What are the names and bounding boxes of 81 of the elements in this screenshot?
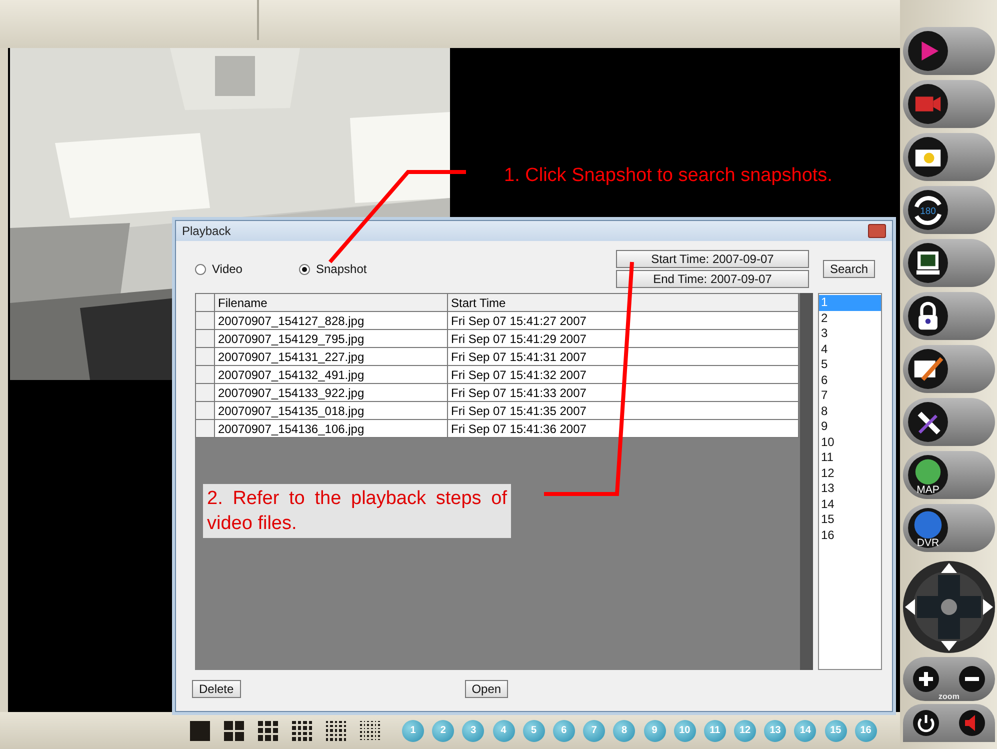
icon-label: DVR	[916, 536, 940, 549]
radio-button[interactable]: Video	[195, 262, 299, 276]
layout-icon[interactable]	[224, 720, 244, 740]
sidebar-button[interactable]	[903, 398, 995, 446]
list-item[interactable]: 15	[819, 512, 881, 528]
layout-icon[interactable]	[326, 720, 346, 740]
list-item[interactable]: 3	[819, 326, 881, 342]
table-cell: 20070907_154132_491.jpg	[214, 366, 448, 384]
start-time-button[interactable]: Start Time: 2007-09-07	[616, 250, 809, 268]
table-cell: 20070907_154133_922.jpg	[214, 384, 448, 402]
icon-label: 180	[920, 206, 936, 218]
table-cell: 20070907_154131_227.jpg	[214, 348, 448, 366]
sidebar-button[interactable]	[903, 27, 995, 75]
list-item[interactable]: 7	[819, 388, 881, 404]
annotation-text: 1. Click Snapshot to search snapshots.	[504, 165, 832, 187]
open-button[interactable]: Open	[464, 680, 508, 698]
table-cell: 20070907_154135_018.jpg	[214, 402, 448, 420]
zoom-label: zoom	[938, 692, 960, 701]
row-header[interactable]	[196, 348, 214, 366]
table-cell: Fri Sep 07 15:41:31 2007	[448, 348, 798, 366]
sidebar-button[interactable]	[903, 292, 995, 340]
layout-icon[interactable]	[258, 720, 278, 740]
zoom-in-icon[interactable]	[912, 665, 940, 693]
dialog-title: Playback	[182, 224, 231, 238]
row-header[interactable]	[196, 420, 214, 438]
list-item[interactable]: 10	[819, 434, 881, 450]
sidebar-button[interactable]: 180	[903, 186, 995, 234]
sidebar-button[interactable]	[903, 80, 995, 128]
edit-icon	[907, 348, 949, 390]
radio-button[interactable]: Snapshot	[299, 262, 367, 276]
annotation-text: 2. Refer to the playback steps of video files.	[203, 484, 511, 538]
list-item[interactable]: 14	[819, 496, 881, 512]
sidebar-button[interactable]	[903, 239, 995, 287]
list-item[interactable]: 16	[819, 528, 881, 543]
play-icon	[907, 30, 949, 72]
row-header[interactable]	[196, 366, 214, 384]
row-header[interactable]	[196, 384, 214, 402]
tools-icon	[907, 401, 949, 443]
search-button[interactable]: Search	[822, 260, 875, 278]
list-item[interactable]: 9	[819, 419, 881, 434]
column-header[interactable]: Filename	[214, 294, 448, 312]
table-cell: Fri Sep 07 15:41:33 2007	[448, 384, 798, 402]
row-header[interactable]	[196, 330, 214, 348]
list-item[interactable]: 4	[819, 342, 881, 357]
sidebar-button[interactable]	[903, 345, 995, 393]
layout-icon[interactable]	[190, 720, 210, 740]
row-header[interactable]	[196, 402, 214, 420]
power-icon[interactable]	[912, 709, 940, 737]
list-item[interactable]: 5	[819, 357, 881, 372]
table-cell: 20070907_154129_795.jpg	[214, 330, 448, 348]
table-cell: Fri Sep 07 15:41:29 2007	[448, 330, 798, 348]
video-camera-icon	[907, 83, 949, 125]
list-item[interactable]: 8	[819, 404, 881, 419]
list-item[interactable]: 6	[819, 372, 881, 388]
speaker-icon[interactable]	[958, 709, 986, 737]
table-cell: Fri Sep 07 15:41:36 2007	[448, 420, 798, 438]
end-time-button[interactable]: End Time: 2007-09-07	[616, 270, 809, 288]
monitor-icon	[907, 242, 949, 284]
column-header[interactable]: Start Time	[448, 294, 798, 312]
table-cell: 20070907_154136_106.jpg	[214, 420, 448, 438]
list-item[interactable]: 13	[819, 481, 881, 496]
camera-icon	[907, 136, 949, 178]
delete-button[interactable]: Delete	[192, 680, 241, 698]
list-item[interactable]: 12	[819, 466, 881, 481]
row-header	[196, 294, 214, 312]
zoom-out-icon[interactable]	[958, 665, 986, 693]
table-cell: Fri Sep 07 15:41:32 2007	[448, 366, 798, 384]
sidebar-button[interactable]: MAP	[903, 451, 995, 499]
sidebar-button[interactable]: DVR	[903, 504, 995, 552]
lock-icon	[907, 295, 949, 337]
layout-icon[interactable]	[292, 720, 312, 740]
list-item[interactable]: 11	[819, 450, 881, 466]
row-header[interactable]	[196, 312, 214, 330]
sidebar-button[interactable]	[903, 133, 995, 181]
radio-circle[interactable]	[195, 264, 206, 274]
table-cell: Fri Sep 07 15:41:35 2007	[448, 402, 798, 420]
icon-label: MAP	[916, 484, 940, 496]
table-cell: Fri Sep 07 15:41:27 2007	[448, 312, 798, 330]
radio-circle[interactable]	[299, 264, 310, 274]
list-item[interactable]: 2	[819, 310, 881, 326]
table-cell: 20070907_154127_828.jpg	[214, 312, 448, 330]
